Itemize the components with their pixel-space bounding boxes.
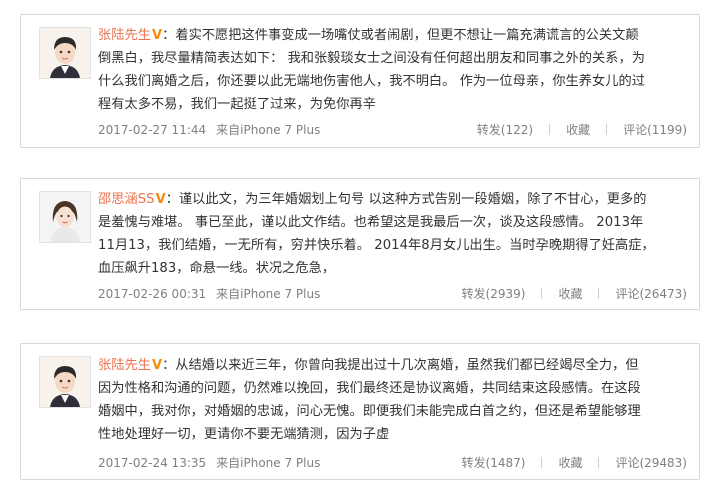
post-actions: 转发(2939) 收藏 评论(26473) bbox=[462, 285, 687, 302]
post-content: 张陆先生V：着实不愿把这件事变成一场嘴仗或者闹剧，但更不想让一篇充满谎言的公关文… bbox=[98, 24, 688, 116]
divider bbox=[598, 288, 600, 299]
verified-v-icon: V bbox=[151, 358, 163, 373]
post-text-line: 因为性格和沟通的问题，仍然难以挽回，我们最终还是协议离婚，共同结束这段感情。在这… bbox=[98, 381, 641, 396]
avatar[interactable] bbox=[39, 27, 91, 79]
post-meta: 2017-02-24 13:35 来自iPhone 7 Plus bbox=[98, 454, 320, 471]
author-name[interactable]: 张陆先生 bbox=[98, 358, 151, 373]
favorite-button[interactable]: 收藏 bbox=[558, 456, 582, 470]
repost-button[interactable]: 转发(122) bbox=[477, 123, 533, 137]
post-text-line: 从结婚以来近三年，你曾向我提出过十几次离婚，虽然我们都已经竭尽全力，但 bbox=[175, 358, 639, 373]
cartoon-man-avatar-icon bbox=[40, 28, 90, 78]
divider bbox=[541, 457, 543, 468]
post-text-line: 程有太多不易，我们一起挺了过来，为免你再辛 bbox=[98, 97, 376, 112]
weibo-post: 张陆先生V：着实不愿把这件事变成一场嘴仗或者闹剧，但更不想让一篇充满谎言的公关文… bbox=[20, 14, 700, 148]
post-text-line: 性地处理好一切，更请你不要无端猜测，因为子虚 bbox=[98, 427, 390, 442]
divider bbox=[606, 124, 608, 135]
post-text-line: 婚姻中，我对你，对婚姻的忠诚，问心无愧。即便我们未能完成白首之约，但还是希望能够… bbox=[98, 404, 641, 419]
weibo-post: 邵思涵SSV：谨以此文，为三年婚姻划上句号 以这种方式告别一段婚姻，除了不甘心，… bbox=[20, 178, 700, 310]
cartoon-man-avatar-icon bbox=[40, 357, 90, 407]
post-text-line: 是羞愧与难堪。 事已至此，谨以此文作结。也希望这是我最后一次，谈及这段感情。 2… bbox=[98, 215, 644, 230]
colon: ： bbox=[162, 28, 176, 43]
post-time[interactable]: 2017-02-27 11:44 bbox=[98, 123, 206, 137]
comment-button[interactable]: 评论(1199) bbox=[623, 123, 687, 137]
comment-button[interactable]: 评论(26473) bbox=[615, 287, 687, 301]
post-time[interactable]: 2017-02-26 00:31 bbox=[98, 287, 206, 301]
woman-photo-avatar-icon bbox=[40, 192, 90, 242]
post-text-line: 倒黑白，我尽量精简表达如下： 我和张毅琰女士之间没有任何超出朋友和同事之外的关系… bbox=[98, 51, 645, 66]
favorite-button[interactable]: 收藏 bbox=[558, 287, 582, 301]
favorite-button[interactable]: 收藏 bbox=[566, 123, 590, 137]
comment-button[interactable]: 评论(29483) bbox=[615, 456, 687, 470]
divider bbox=[541, 288, 543, 299]
post-source: 来自iPhone 7 Plus bbox=[216, 123, 321, 137]
post-source: 来自iPhone 7 Plus bbox=[216, 287, 321, 301]
post-meta: 2017-02-27 11:44 来自iPhone 7 Plus bbox=[98, 121, 320, 138]
author-name[interactable]: 邵思涵SS bbox=[98, 192, 155, 207]
post-source: 来自iPhone 7 Plus bbox=[216, 456, 321, 470]
divider bbox=[598, 457, 600, 468]
repost-button[interactable]: 转发(1487) bbox=[462, 456, 526, 470]
post-content: 张陆先生V：从结婚以来近三年，你曾向我提出过十几次离婚，虽然我们都已经竭尽全力，… bbox=[98, 354, 688, 446]
author-name[interactable]: 张陆先生 bbox=[98, 28, 151, 43]
colon: ： bbox=[162, 358, 176, 373]
weibo-post: 张陆先生V：从结婚以来近三年，你曾向我提出过十几次离婚，虽然我们都已经竭尽全力，… bbox=[20, 343, 700, 480]
avatar[interactable] bbox=[39, 356, 91, 408]
verified-v-icon: V bbox=[155, 192, 166, 207]
post-text-line: 血压飙升183，命悬一线。状况之危急， bbox=[98, 261, 336, 276]
post-text-line: 什么我们离婚之后，你还要以此无端地伤害他人，我不明白。 作为一位母亲，你生养女儿… bbox=[98, 74, 645, 89]
post-content: 邵思涵SSV：谨以此文，为三年婚姻划上句号 以这种方式告别一段婚姻，除了不甘心，… bbox=[98, 188, 688, 280]
post-actions: 转发(1487) 收藏 评论(29483) bbox=[462, 454, 687, 471]
colon: ： bbox=[165, 192, 179, 207]
post-text-line: 谨以此文，为三年婚姻划上句号 以这种方式告别一段婚姻，除了不甘心，更多的 bbox=[178, 192, 647, 207]
repost-button[interactable]: 转发(2939) bbox=[462, 287, 526, 301]
post-text-line: 着实不愿把这件事变成一场嘴仗或者闹剧，但更不想让一篇充满谎言的公关文颠 bbox=[175, 28, 639, 43]
avatar[interactable] bbox=[39, 191, 91, 243]
post-actions: 转发(122) 收藏 评论(1199) bbox=[477, 121, 687, 138]
post-text-line: 11月13，我们结婚，一无所有，穷并快乐着。 2014年8月女儿出生。当时孕晚期… bbox=[98, 238, 655, 253]
post-meta: 2017-02-26 00:31 来自iPhone 7 Plus bbox=[98, 285, 320, 302]
divider bbox=[549, 124, 551, 135]
post-time[interactable]: 2017-02-24 13:35 bbox=[98, 456, 206, 470]
verified-v-icon: V bbox=[151, 28, 163, 43]
